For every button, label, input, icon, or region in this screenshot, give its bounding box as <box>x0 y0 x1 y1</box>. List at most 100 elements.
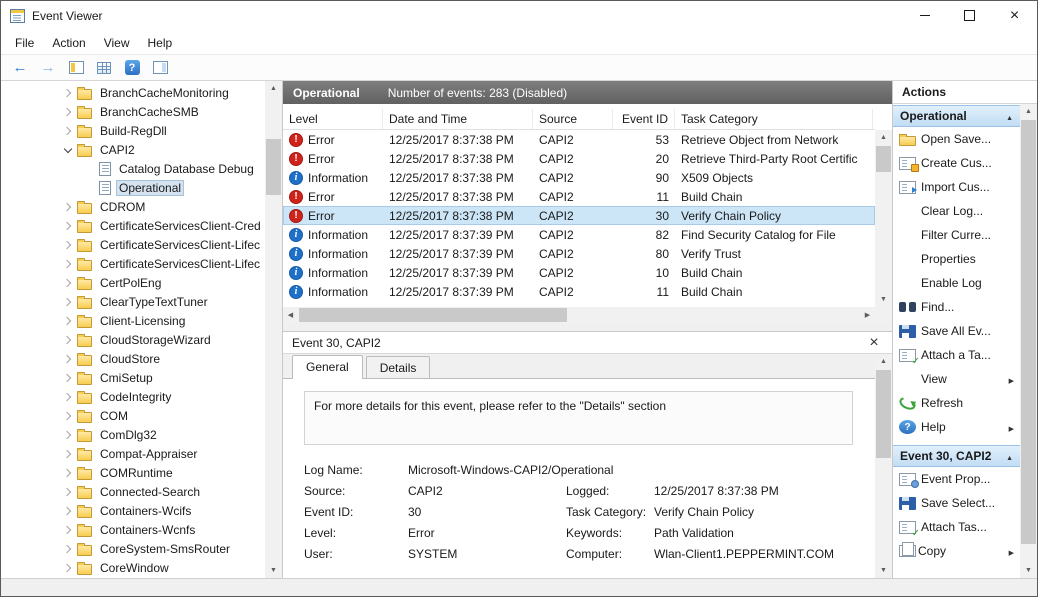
tree-item-cloudstore[interactable]: CloudStore <box>1 349 265 368</box>
tree-item-client-licensing[interactable]: Client-Licensing <box>1 311 265 330</box>
tree-item-cloudstoragewizard[interactable]: CloudStorageWizard <box>1 330 265 349</box>
chevron-collapsed-icon[interactable] <box>59 520 76 539</box>
scroll-thumb[interactable] <box>299 308 567 322</box>
scroll-up-icon[interactable] <box>875 354 892 369</box>
scroll-down-icon[interactable] <box>265 563 282 578</box>
actions-scrollbar[interactable] <box>1020 104 1037 578</box>
action-create-cus[interactable]: Create Cus... <box>893 151 1020 175</box>
collapse-icon[interactable] <box>1006 449 1013 463</box>
maximize-button[interactable] <box>947 1 992 30</box>
event-row[interactable]: Information12/25/2017 8:37:39 PMCAPI282F… <box>283 225 875 244</box>
action-enable-log[interactable]: Enable Log <box>893 271 1020 295</box>
scroll-thumb[interactable] <box>266 139 281 195</box>
tree-scrollbar[interactable] <box>265 81 282 578</box>
tree-item-containers-wcifs[interactable]: Containers-Wcifs <box>1 501 265 520</box>
events-horizontal-scrollbar[interactable] <box>283 307 875 323</box>
action-copy[interactable]: Copy <box>893 539 1020 563</box>
column-header-source[interactable]: Source <box>533 109 613 129</box>
scroll-thumb[interactable] <box>876 370 891 458</box>
action-refresh[interactable]: Refresh <box>893 391 1020 415</box>
menu-action[interactable]: Action <box>43 33 94 53</box>
tab-general[interactable]: General <box>292 355 363 379</box>
action-open-save[interactable]: Open Save... <box>893 127 1020 151</box>
tab-details[interactable]: Details <box>366 356 431 378</box>
tree-item-compat-appraiser[interactable]: Compat-Appraiser <box>1 444 265 463</box>
action-import-cus[interactable]: Import Cus... <box>893 175 1020 199</box>
action-properties[interactable]: Properties <box>893 247 1020 271</box>
show-action-pane-button[interactable] <box>147 56 173 79</box>
chevron-collapsed-icon[interactable] <box>59 425 76 444</box>
event-row[interactable]: Error12/25/2017 8:37:38 PMCAPI211Build C… <box>283 187 875 206</box>
actions-section-header-operational[interactable]: Operational <box>893 105 1020 127</box>
chevron-collapsed-icon[interactable] <box>59 235 76 254</box>
chevron-collapsed-icon[interactable] <box>59 368 76 387</box>
event-row[interactable]: Information12/25/2017 8:37:39 PMCAPI211B… <box>283 282 875 301</box>
help-button[interactable] <box>119 56 145 79</box>
event-row[interactable]: Information12/25/2017 8:37:38 PMCAPI290X… <box>283 168 875 187</box>
column-header-task-category[interactable]: Task Category <box>675 109 873 129</box>
chevron-collapsed-icon[interactable] <box>59 273 76 292</box>
column-header-date-and-time[interactable]: Date and Time <box>383 109 533 129</box>
chevron-collapsed-icon[interactable] <box>59 254 76 273</box>
tree-item-branchcachemonitoring[interactable]: BranchCacheMonitoring <box>1 83 265 102</box>
chevron-collapsed-icon[interactable] <box>59 121 76 140</box>
scroll-down-icon[interactable] <box>1020 563 1037 578</box>
tree-item-certpoleng[interactable]: CertPolEng <box>1 273 265 292</box>
tree-item-cleartypetexttuner[interactable]: ClearTypeTextTuner <box>1 292 265 311</box>
chevron-collapsed-icon[interactable] <box>59 406 76 425</box>
column-header-event-id[interactable]: Event ID <box>613 109 675 129</box>
scroll-up-icon[interactable] <box>875 130 892 145</box>
chevron-collapsed-icon[interactable] <box>59 292 76 311</box>
scroll-down-icon[interactable] <box>875 563 892 578</box>
event-row[interactable]: Error12/25/2017 8:37:38 PMCAPI220Retriev… <box>283 149 875 168</box>
column-header-level[interactable]: Level <box>283 109 383 129</box>
action-filter-curre[interactable]: Filter Curre... <box>893 223 1020 247</box>
chevron-collapsed-icon[interactable] <box>59 216 76 235</box>
chevron-collapsed-icon[interactable] <box>59 501 76 520</box>
tree-item-cdrom[interactable]: CDROM <box>1 197 265 216</box>
tree-item-branchcachesmb[interactable]: BranchCacheSMB <box>1 102 265 121</box>
tree-item-operational[interactable]: Operational <box>1 178 265 197</box>
collapse-icon[interactable] <box>1006 109 1013 123</box>
action-view[interactable]: View <box>893 367 1020 391</box>
preview-scrollbar[interactable] <box>875 354 892 578</box>
forward-button[interactable] <box>35 56 61 79</box>
preview-close-icon[interactable] <box>865 335 883 351</box>
action-attach-a-ta[interactable]: Attach a Ta... <box>893 343 1020 367</box>
chevron-collapsed-icon[interactable] <box>59 83 76 102</box>
chevron-collapsed-icon[interactable] <box>59 482 76 501</box>
action-find[interactable]: Find... <box>893 295 1020 319</box>
tree-item-comruntime[interactable]: COMRuntime <box>1 463 265 482</box>
scroll-left-icon[interactable] <box>283 307 298 323</box>
tree-item-catalog-database-debug[interactable]: Catalog Database Debug <box>1 159 265 178</box>
tree-item-certificateservicesclient-cred[interactable]: CertificateServicesClient-Cred <box>1 216 265 235</box>
chevron-expanded-icon[interactable] <box>59 140 76 159</box>
action-clear-log[interactable]: Clear Log... <box>893 199 1020 223</box>
tree-item-corewindow[interactable]: CoreWindow <box>1 558 265 577</box>
action-save-all-ev[interactable]: Save All Ev... <box>893 319 1020 343</box>
event-row[interactable]: Error12/25/2017 8:37:38 PMCAPI253Retriev… <box>283 130 875 149</box>
tree-item-comdlg32[interactable]: ComDlg32 <box>1 425 265 444</box>
tree-item-connected-search[interactable]: Connected-Search <box>1 482 265 501</box>
minimize-button[interactable] <box>902 1 947 30</box>
menu-view[interactable]: View <box>95 33 139 53</box>
action-save-select[interactable]: Save Select... <box>893 491 1020 515</box>
tree-item-build-regdll[interactable]: Build-RegDll <box>1 121 265 140</box>
tree-item-codeintegrity[interactable]: CodeIntegrity <box>1 387 265 406</box>
tree-item-coresystem-smsrouter[interactable]: CoreSystem-SmsRouter <box>1 539 265 558</box>
pane-splitter[interactable] <box>283 323 892 331</box>
scroll-thumb[interactable] <box>1021 120 1036 544</box>
event-row[interactable]: Error12/25/2017 8:37:38 PMCAPI230Verify … <box>283 206 875 225</box>
export-list-button[interactable] <box>91 56 117 79</box>
close-button[interactable] <box>992 1 1037 30</box>
tree-item-certificateservicesclient-lifec[interactable]: CertificateServicesClient-Lifec <box>1 254 265 273</box>
action-attach-tas[interactable]: Attach Tas... <box>893 515 1020 539</box>
back-button[interactable] <box>7 56 33 79</box>
scroll-right-icon[interactable] <box>860 307 875 323</box>
menu-file[interactable]: File <box>6 33 43 53</box>
chevron-collapsed-icon[interactable] <box>59 444 76 463</box>
scroll-up-icon[interactable] <box>265 81 282 96</box>
chevron-collapsed-icon[interactable] <box>59 330 76 349</box>
show-console-tree-button[interactable] <box>63 56 89 79</box>
events-vertical-scrollbar[interactable] <box>875 130 892 307</box>
